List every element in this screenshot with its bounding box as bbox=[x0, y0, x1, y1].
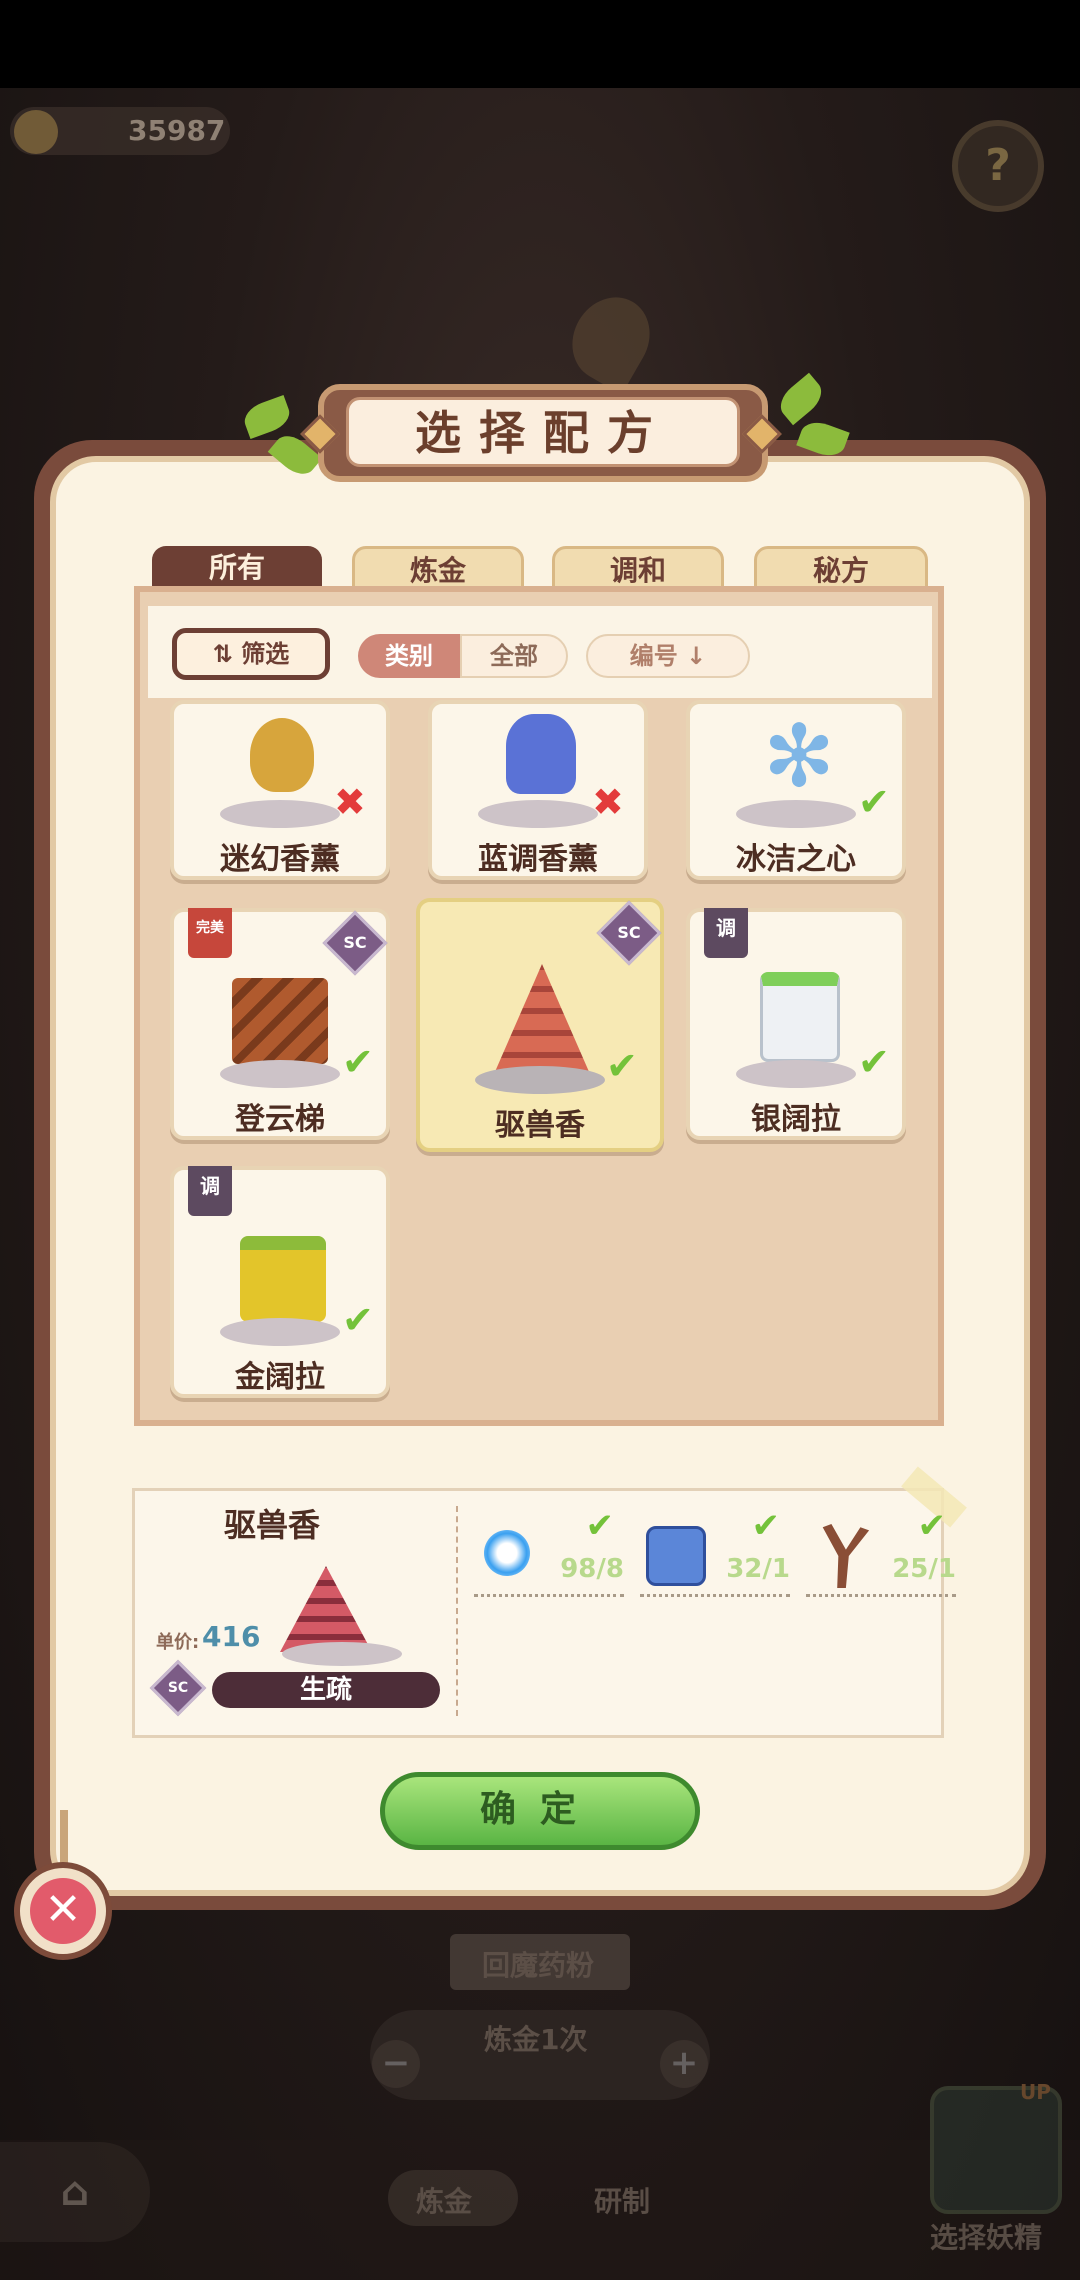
price-value: 416 bbox=[202, 1620, 261, 1653]
recipe-name: 金阔拉 bbox=[235, 1360, 325, 1395]
recipe-name: 蓝调香薰 bbox=[478, 842, 598, 877]
item-label: 回魔药粉 bbox=[482, 1949, 595, 1982]
price-label: 单价: bbox=[156, 1632, 200, 1653]
unavailable-icon: ✖ bbox=[334, 780, 366, 824]
recipe-card-selected[interactable]: SC ✔ 驱兽香 bbox=[416, 898, 664, 1152]
recipe-card[interactable]: 调 ✔ 银阔拉 bbox=[686, 908, 906, 1140]
item-shadow bbox=[736, 1060, 856, 1088]
sort-icon: ⇅ bbox=[212, 640, 242, 668]
available-icon: ✔ bbox=[606, 1044, 638, 1088]
alchemy-count-label: 炼金1次 bbox=[484, 2023, 588, 2056]
plus-button[interactable]: + bbox=[660, 2040, 708, 2088]
confirm-button[interactable]: 确定 bbox=[380, 1772, 700, 1850]
item-shadow bbox=[282, 1642, 402, 1666]
close-button[interactable]: ✕ bbox=[30, 1878, 96, 1944]
blend-tag: 调 bbox=[188, 1166, 232, 1216]
silver-bag-icon bbox=[760, 972, 840, 1062]
minus-button[interactable]: − bbox=[372, 2040, 420, 2088]
ingredient-qty: 32/1 bbox=[726, 1554, 790, 1584]
available-icon: ✔ bbox=[342, 1298, 374, 1342]
item-shadow bbox=[475, 1066, 605, 1094]
ladder-icon bbox=[232, 978, 328, 1064]
dotted-line bbox=[640, 1594, 790, 1597]
available-icon: ✔ bbox=[751, 1506, 781, 1546]
help-button[interactable]: ? bbox=[952, 120, 1044, 212]
up-badge: UP bbox=[1020, 2080, 1051, 2104]
filter-label: 筛选 bbox=[241, 640, 290, 668]
select-spirit-label[interactable]: 选择妖精 bbox=[930, 2216, 1042, 2256]
recipe-card[interactable]: 完美 SC ✔ 登云梯 bbox=[170, 908, 390, 1140]
available-icon: ✔ bbox=[585, 1506, 615, 1546]
sc-badge: SC bbox=[596, 900, 662, 966]
blue-censer-icon bbox=[506, 714, 576, 794]
item-shadow bbox=[478, 800, 598, 828]
item-shadow bbox=[220, 800, 340, 828]
number-sort-button[interactable]: 编号 ↓ bbox=[586, 634, 750, 678]
blue-orb-icon bbox=[484, 1530, 530, 1576]
nav-tab-alchemy[interactable]: 炼金 bbox=[416, 2180, 472, 2220]
snowflake-icon: ✻ bbox=[762, 707, 836, 807]
recipe-card[interactable]: ✖ 蓝调香薰 bbox=[428, 700, 648, 880]
golden-censer-icon bbox=[250, 718, 314, 792]
dotted-line bbox=[806, 1594, 956, 1597]
rope-decoration bbox=[60, 1810, 68, 1866]
available-icon: ✔ bbox=[858, 780, 890, 824]
recipe-card[interactable]: ✖ 迷幻香薰 bbox=[170, 700, 390, 880]
proficiency-label: 生疏 bbox=[212, 1672, 440, 1708]
unavailable-icon: ✖ bbox=[592, 780, 624, 824]
recipe-name: 冰洁之心 bbox=[736, 842, 856, 877]
available-icon: ✔ bbox=[858, 1040, 890, 1084]
recipe-card[interactable]: 调 ✔ 金阔拉 bbox=[170, 1166, 390, 1398]
recipe-name: 登云梯 bbox=[235, 1102, 325, 1137]
category-label[interactable]: 类别 bbox=[358, 634, 460, 678]
spirit-portrait[interactable] bbox=[930, 2086, 1062, 2214]
blend-tag: 调 bbox=[704, 908, 748, 958]
coin-icon bbox=[14, 110, 58, 154]
item-shadow bbox=[220, 1318, 340, 1346]
item-shadow bbox=[220, 1060, 340, 1088]
branch-icon bbox=[822, 1524, 870, 1588]
ingredient-slot[interactable]: ✔ 32/1 bbox=[640, 1506, 790, 1597]
detail-name: 驱兽香 bbox=[223, 1506, 320, 1544]
home-icon[interactable]: ⌂ bbox=[0, 2142, 150, 2242]
available-icon: ✔ bbox=[342, 1040, 374, 1084]
ingredient-slot[interactable]: ✔ 25/1 bbox=[806, 1506, 956, 1597]
recipe-card[interactable]: ✻ ✔ 冰洁之心 bbox=[686, 700, 906, 880]
item-shadow bbox=[736, 800, 856, 828]
recipe-name: 银阔拉 bbox=[751, 1102, 841, 1137]
available-icon: ✔ bbox=[917, 1506, 947, 1546]
dotted-line bbox=[474, 1594, 624, 1597]
filter-button[interactable]: ⇅ 筛选 bbox=[172, 628, 330, 680]
gold-bag-icon bbox=[240, 1236, 326, 1322]
ingredient-slot[interactable]: ✔ 98/8 bbox=[474, 1506, 624, 1597]
repellent-incense-icon bbox=[494, 964, 590, 1074]
sort-arrow-icon: ↓ bbox=[677, 642, 707, 670]
ice-cube-icon bbox=[646, 1526, 706, 1586]
nav-tab-research[interactable]: 研制 bbox=[594, 2180, 650, 2220]
number-sort-label: 编号 bbox=[629, 642, 678, 670]
bottom-nav bbox=[0, 2140, 1080, 2280]
ingredient-qty: 25/1 bbox=[892, 1554, 956, 1584]
category-select[interactable]: 全部 bbox=[460, 634, 568, 678]
perfect-tag: 完美 bbox=[188, 908, 232, 958]
ingredient-qty: 98/8 bbox=[560, 1554, 624, 1584]
recipe-name: 驱兽香 bbox=[495, 1108, 585, 1143]
sc-badge: SC bbox=[322, 910, 388, 976]
recipe-name: 迷幻香薰 bbox=[220, 842, 340, 877]
status-bar bbox=[0, 0, 1080, 88]
coin-value: 35987 bbox=[128, 114, 226, 147]
detail-divider bbox=[456, 1506, 458, 1716]
dialog-title: 选择配方 bbox=[415, 406, 671, 460]
